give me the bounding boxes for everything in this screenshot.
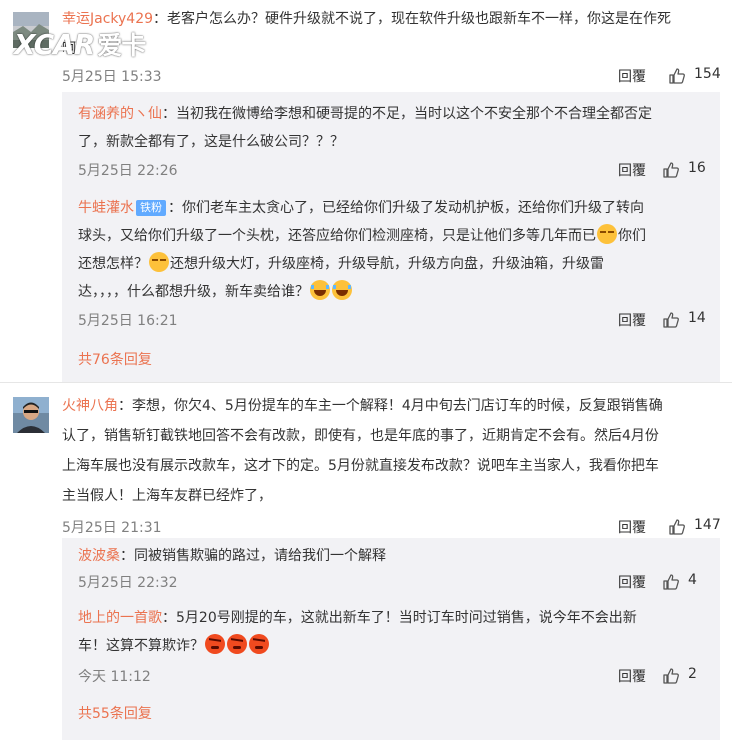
laugh-cry-emoji-icon: [332, 280, 352, 300]
thumbs-up-icon: [669, 519, 685, 535]
reply-thread: 有涵养的ヽ仙：当初我在微博给李想和硬哥提的不足，当时以这个不安全那个不合理全都否…: [62, 92, 720, 382]
smirk-emoji-icon: [149, 252, 169, 272]
reply-text: 波波桑：同被销售欺骗的路过，请给我们一个解释: [78, 548, 386, 564]
angry-emoji-icon: [205, 634, 225, 654]
thumbs-up-icon: [663, 668, 679, 684]
reply-item: 波波桑：同被销售欺骗的路过，请给我们一个解释 5月25日 22:32 回覆 4: [62, 538, 720, 596]
thumbs-up-icon: [663, 162, 679, 178]
reply-time: 5月25日 16:21: [78, 313, 178, 329]
reply-button[interactable]: 回覆: [618, 572, 646, 592]
reply-meta: 今天 11:12 回覆 2: [78, 666, 697, 686]
reply-text: 有涵养的ヽ仙：当初我在微博给李想和硬哥提的不足，当时以这个不安全那个不合理全都否…: [78, 106, 652, 150]
fan-badge: 铁粉: [136, 200, 166, 216]
comment-username[interactable]: 幸运Jacky429: [62, 11, 153, 27]
comment-text: 火神八角：李想，你欠4、5月份提车的车主一个解释！4月中旬去门店订车的时候，反复…: [62, 398, 663, 504]
more-replies-link[interactable]: 共55条回复: [62, 702, 720, 726]
reply-button[interactable]: 回覆: [618, 66, 646, 86]
comment-time: 5月25日 21:31: [62, 520, 162, 536]
comment-time: 5月25日 15:33: [62, 69, 162, 85]
reply-button[interactable]: 回覆: [618, 517, 646, 537]
divider: [0, 382, 732, 383]
reply-meta: 5月25日 22:32 回覆 4: [78, 572, 697, 592]
more-replies-link[interactable]: 共76条回复: [62, 348, 720, 372]
angry-emoji-icon: [227, 634, 247, 654]
thumbs-up-icon: [663, 312, 679, 328]
avatar[interactable]: [13, 397, 49, 433]
reply-item: 地上的一首歌：5月20号刚提的车，这就出新车了！当时订车时问过销售，说今年不会出…: [62, 596, 720, 690]
comment-username[interactable]: 火神八角: [62, 398, 118, 414]
laugh-cry-emoji-icon: [310, 280, 330, 300]
reply-text: 牛蛙灌水 铁粉 ：你们老车主太贪心了，已经给你们升级了发动机护板，还给你们升级了转向…: [78, 200, 646, 300]
reply-username[interactable]: 波波桑: [78, 548, 120, 564]
reply-item: 有涵养的ヽ仙：当初我在微博给李想和硬哥提的不足，当时以这个不安全那个不合理全都否…: [62, 92, 720, 184]
reply-username[interactable]: 牛蛙灌水: [78, 200, 134, 216]
reply-time: 5月25日 22:26: [78, 163, 178, 179]
reply-meta: 5月25日 16:21 回覆 14: [78, 310, 706, 330]
reply-username[interactable]: 有涵养的ヽ仙: [78, 106, 162, 122]
thumbs-up-icon: [663, 574, 679, 590]
smirk-emoji-icon: [597, 224, 617, 244]
comment-meta: 5月25日 15:33 回覆 154: [62, 66, 721, 86]
reply-item: 牛蛙灌水 铁粉 ：你们老车主太贪心了，已经给你们升级了发动机护板，还给你们升级了转向…: [62, 184, 720, 334]
reply-meta: 5月25日 22:26 回覆 16: [78, 160, 706, 180]
reply-button[interactable]: 回覆: [618, 160, 646, 180]
reply-button[interactable]: 回覆: [618, 310, 646, 330]
thumbs-up-icon: [669, 68, 685, 84]
reply-time: 今天 11:12: [78, 669, 151, 685]
comment-text: 幸运Jacky429：老客户怎么办？硬件升级就不说了，现在软件升级也跟新车不一样…: [62, 11, 672, 57]
reply-text: 地上的一首歌：5月20号刚提的车，这就出新车了！当时订车时问过销售，说今年不会出…: [78, 610, 637, 654]
reply-username[interactable]: 地上的一首歌: [78, 610, 162, 626]
reply-time: 5月25日 22:32: [78, 575, 178, 591]
xcar-watermark: XCAR 爱卡: [14, 28, 146, 61]
reply-thread: 波波桑：同被销售欺骗的路过，请给我们一个解释 5月25日 22:32 回覆 4 …: [62, 538, 720, 740]
reply-button[interactable]: 回覆: [618, 666, 646, 686]
angry-emoji-icon: [249, 634, 269, 654]
